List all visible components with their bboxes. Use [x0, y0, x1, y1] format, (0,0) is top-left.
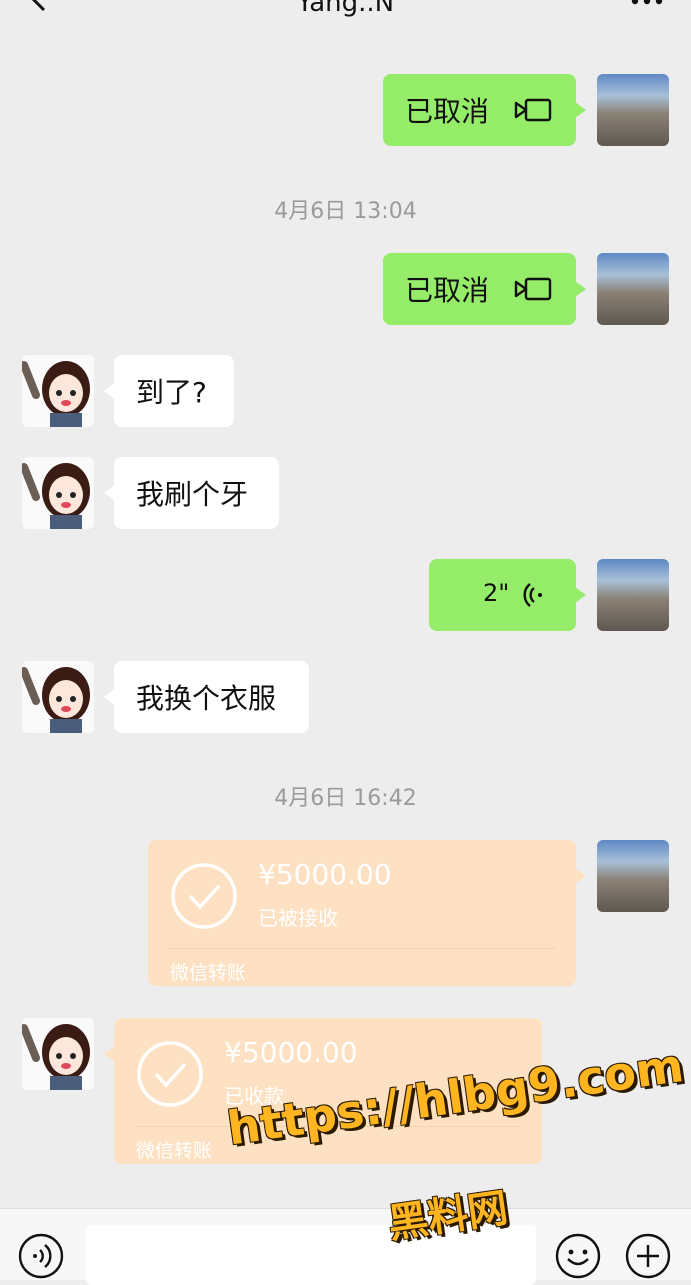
- check-circle-icon: [137, 1041, 203, 1107]
- girl-avatar-icon: [22, 661, 94, 733]
- voice-duration: 2": [483, 579, 510, 607]
- transfer-label: 微信转账: [170, 962, 247, 984]
- my-avatar[interactable]: [597, 253, 669, 325]
- voice-message-bubble[interactable]: 2": [429, 559, 586, 631]
- my-avatar[interactable]: [597, 74, 669, 146]
- transfer-label: 微信转账: [136, 1140, 213, 1162]
- transfer-status: 已被接收: [258, 906, 338, 930]
- video-call-bubble[interactable]: 已取消: [383, 253, 586, 325]
- contact-avatar[interactable]: [22, 457, 94, 529]
- divider: [168, 948, 556, 949]
- call-status-text: 已取消: [405, 95, 490, 128]
- my-avatar[interactable]: [597, 840, 669, 912]
- message-text: 到了?: [136, 376, 207, 409]
- chat-title: Yang..N: [296, 0, 395, 18]
- girl-avatar-icon: [22, 1018, 94, 1090]
- voice-wave-icon: [523, 583, 542, 607]
- transfer-amount: ¥5000.00: [224, 1036, 358, 1069]
- video-camera-icon: [514, 277, 552, 301]
- contact-avatar[interactable]: [22, 1018, 94, 1090]
- timestamp: 4月6日 16:42: [274, 786, 417, 811]
- transfer-amount: ¥5000.00: [258, 858, 392, 891]
- chat-header: Yang..N: [0, 0, 691, 44]
- timestamp: 4月6日 13:04: [274, 199, 417, 224]
- call-status-text: 已取消: [405, 274, 490, 307]
- girl-avatar-icon: [22, 457, 94, 529]
- text-bubble[interactable]: 到了?: [104, 355, 234, 427]
- contact-avatar[interactable]: [22, 355, 94, 427]
- transfer-card[interactable]: ¥5000.00 已被接收 微信转账: [148, 840, 586, 986]
- text-bubble[interactable]: 我刷个牙: [104, 457, 279, 529]
- video-call-bubble[interactable]: 已取消: [383, 74, 586, 146]
- check-circle-icon: [171, 863, 237, 929]
- contact-avatar[interactable]: [22, 661, 94, 733]
- video-camera-icon: [514, 98, 552, 122]
- input-bar: [0, 1208, 691, 1285]
- message-text: 我刷个牙: [136, 478, 249, 511]
- text-bubble[interactable]: 我换个衣服: [104, 661, 309, 733]
- my-avatar[interactable]: [597, 559, 669, 631]
- message-text: 我换个衣服: [136, 682, 277, 715]
- emoji-icon[interactable]: [555, 1233, 601, 1279]
- more-dots-icon[interactable]: [629, 0, 665, 8]
- girl-avatar-icon: [22, 355, 94, 427]
- voice-input-icon[interactable]: [18, 1233, 64, 1279]
- plus-icon[interactable]: [625, 1233, 671, 1279]
